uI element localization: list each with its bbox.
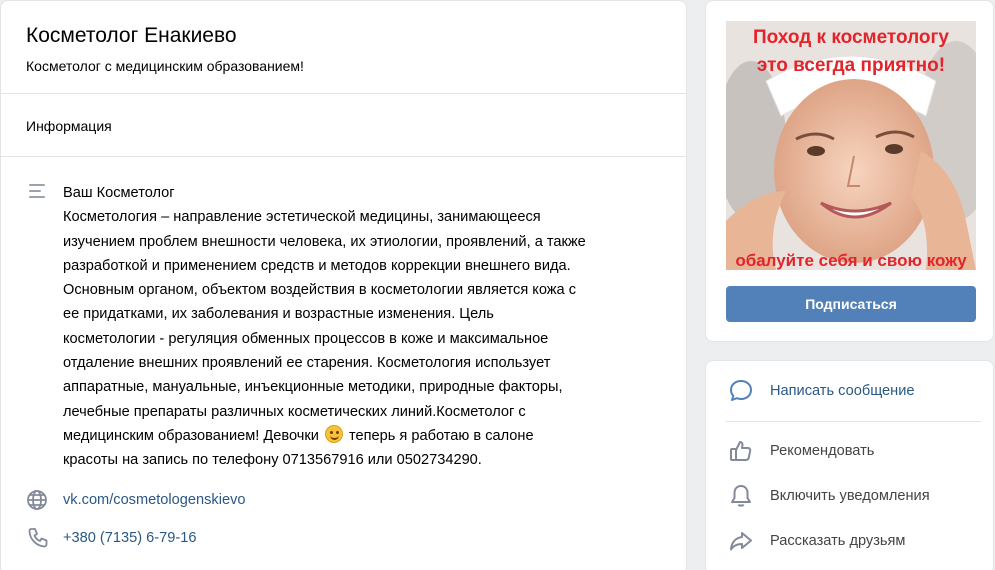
send-message-label: Написать сообщение (770, 383, 915, 399)
notifications-button[interactable]: Включить уведомления (706, 476, 995, 516)
recommend-label: Рекомендовать (770, 443, 875, 459)
info-section: Ваш Косметолог Косметология – направлени… (1, 157, 686, 550)
description-line: аппаратные, мануальные, инъекционные мет… (63, 379, 563, 396)
description-line: лечебные препараты различных косметическ… (63, 403, 526, 420)
globe-icon (26, 488, 50, 512)
send-message-button[interactable]: Написать сообщение (706, 371, 995, 411)
tab-information[interactable]: Информация (1, 94, 686, 157)
description-line: Основным органом, объектом воздействия в… (63, 282, 577, 299)
description-line: Ваш Косметолог (63, 185, 175, 201)
group-cover-photo[interactable]: Поход к косметологу это всегда приятно! … (726, 21, 976, 270)
description-line: ее придатками, их заболевания и возрастн… (63, 306, 494, 323)
description-line: отдаление внешних проявлений ее старения… (63, 355, 551, 372)
website-row: vk.com/cosmetologenskievo (26, 488, 661, 512)
actions-card: Написать сообщение Рекомендовать Включит… (705, 360, 994, 570)
subscribe-button[interactable]: Подписаться (726, 286, 976, 322)
description-line: красоты на запись по телефону 0713567916… (63, 452, 482, 469)
phone-icon (26, 526, 50, 550)
group-status: Косметолог с медицинским образованием! (26, 58, 304, 74)
recommend-button[interactable]: Рекомендовать (706, 431, 995, 471)
notifications-label: Включить уведомления (770, 488, 930, 504)
description-row: Ваш Косметолог Косметология – направлени… (26, 181, 661, 473)
description-line: изучением проблем внешности человека, их… (63, 233, 586, 250)
smiley-emoji (324, 424, 343, 443)
description-fragment: медицинским образованием! Девочки (63, 427, 319, 444)
share-label: Рассказать друзьям (770, 533, 906, 549)
message-icon (728, 378, 754, 404)
divider (726, 421, 981, 422)
group-info-card: Косметолог Енакиево Косметолог с медицин… (0, 0, 687, 570)
phone-link[interactable]: +380 (7135) 6-79-16 (63, 530, 196, 546)
phone-row: +380 (7135) 6-79-16 (26, 526, 661, 550)
share-button[interactable]: Рассказать друзьям (706, 521, 995, 561)
description-fragment: теперь я работаю в салоне (349, 427, 534, 444)
description-line: косметологии - регуляция обменных процес… (63, 330, 549, 347)
description-line: разработкой и применением средств и мето… (63, 257, 571, 274)
description-line: Косметология – направление эстетической … (63, 209, 541, 226)
cover-text-top: Поход к косметологу (753, 27, 949, 48)
lines-icon (26, 181, 50, 205)
cover-card: Поход к косметологу это всегда приятно! … (705, 0, 994, 342)
share-icon (728, 528, 754, 554)
group-description: Ваш Косметолог Косметология – направлени… (63, 181, 661, 473)
tab-information-label: Информация (26, 118, 112, 134)
description-line-emoji: медицинским образованием! Девочки теперь… (63, 424, 661, 448)
bell-icon (728, 483, 754, 509)
cover-text-top-2: это всегда приятно! (757, 55, 945, 76)
group-header: Косметолог Енакиево Косметолог с медицин… (1, 1, 686, 94)
like-icon (728, 438, 754, 464)
group-title: Косметолог Енакиево (26, 24, 237, 47)
cover-text-bottom: обалуйте себя и свою кожу (735, 251, 967, 270)
website-link[interactable]: vk.com/cosmetologenskievo (63, 492, 246, 508)
